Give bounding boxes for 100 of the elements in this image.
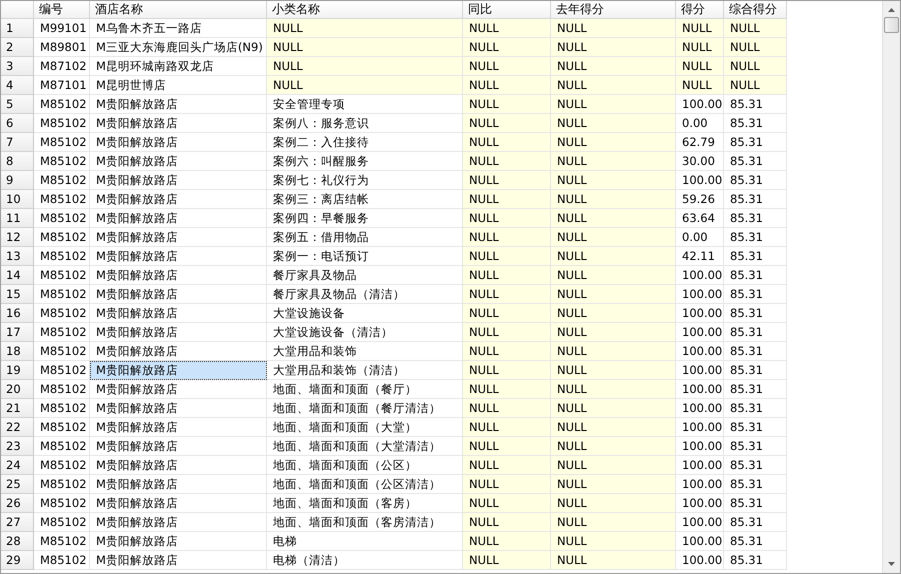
table-cell[interactable]: 85.31 [724, 304, 787, 323]
table-cell[interactable]: 案例六：叫醒服务 [267, 152, 463, 171]
table-cell[interactable]: 地面、墙面和顶面（餐厅清洁） [267, 399, 463, 418]
table-cell[interactable]: 100.00 [676, 475, 724, 494]
table-cell[interactable]: NULL [463, 76, 551, 95]
table-cell[interactable]: M85102 [34, 437, 90, 456]
table-cell[interactable]: 100.00 [676, 323, 724, 342]
table-cell[interactable]: NULL [724, 57, 787, 76]
row-number[interactable]: 6 [1, 114, 34, 133]
table-cell[interactable]: 85.31 [724, 494, 787, 513]
table-cell[interactable]: M贵阳解放路店 [90, 342, 267, 361]
table-cell[interactable]: 地面、墙面和顶面（客房） [267, 494, 463, 513]
table-cell[interactable]: M85102 [34, 95, 90, 114]
table-cell[interactable]: M85102 [34, 418, 90, 437]
row-number[interactable]: 17 [1, 323, 34, 342]
table-cell[interactable]: 地面、墙面和顶面（餐厅） [267, 380, 463, 399]
table-cell[interactable]: NULL [551, 152, 676, 171]
table-cell[interactable]: NULL [267, 19, 463, 38]
table-cell[interactable]: NULL [463, 247, 551, 266]
scroll-thumb[interactable] [884, 17, 899, 33]
row-number[interactable]: 5 [1, 95, 34, 114]
table-cell[interactable]: M贵阳解放路店 [90, 551, 267, 570]
table-cell[interactable]: M贵阳解放路店 [90, 418, 267, 437]
row-number[interactable]: 20 [1, 380, 34, 399]
scrollbar[interactable] [882, 1, 900, 573]
table-cell[interactable]: M贵阳解放路店 [90, 475, 267, 494]
row-number[interactable]: 22 [1, 418, 34, 437]
table-cell[interactable]: M昆明环城南路双龙店 [90, 57, 267, 76]
table-cell[interactable]: 100.00 [676, 532, 724, 551]
table-cell[interactable]: 地面、墙面和顶面（大堂） [267, 418, 463, 437]
table-cell[interactable]: 安全管理专项 [267, 95, 463, 114]
table-cell[interactable]: NULL [463, 475, 551, 494]
table-cell[interactable]: NULL [551, 361, 676, 380]
row-number[interactable]: 11 [1, 209, 34, 228]
table-cell[interactable]: NULL [463, 114, 551, 133]
table-cell[interactable]: NULL [676, 19, 724, 38]
table-cell[interactable]: 100.00 [676, 418, 724, 437]
table-cell[interactable]: M85102 [34, 513, 90, 532]
table-cell[interactable]: M贵阳解放路店 [90, 190, 267, 209]
table-cell[interactable]: NULL [551, 380, 676, 399]
row-number[interactable]: 27 [1, 513, 34, 532]
table-cell[interactable]: 85.31 [724, 133, 787, 152]
row-number[interactable]: 4 [1, 76, 34, 95]
row-number[interactable]: 16 [1, 304, 34, 323]
table-cell[interactable]: 案例三：离店结帐 [267, 190, 463, 209]
table-cell[interactable]: NULL [676, 38, 724, 57]
table-cell[interactable]: NULL [724, 38, 787, 57]
table-cell[interactable]: NULL [463, 494, 551, 513]
table-cell[interactable]: 100.00 [676, 494, 724, 513]
table-cell[interactable]: NULL [551, 494, 676, 513]
row-number[interactable]: 26 [1, 494, 34, 513]
row-number[interactable]: 2 [1, 38, 34, 57]
table-cell[interactable]: NULL [551, 247, 676, 266]
table-cell[interactable]: NULL [463, 437, 551, 456]
table-cell[interactable]: NULL [463, 228, 551, 247]
table-cell[interactable]: M85102 [34, 133, 90, 152]
table-cell[interactable]: M贵阳解放路店 [90, 247, 267, 266]
table-cell[interactable]: 100.00 [676, 266, 724, 285]
table-cell[interactable]: 85.31 [724, 228, 787, 247]
table-cell[interactable]: NULL [551, 399, 676, 418]
table-cell[interactable]: 30.00 [676, 152, 724, 171]
scroll-down-icon[interactable] [888, 562, 895, 566]
table-cell[interactable]: M贵阳解放路店 [90, 532, 267, 551]
table-cell[interactable]: 电梯 [267, 532, 463, 551]
table-cell[interactable]: M85102 [34, 380, 90, 399]
table-cell[interactable]: NULL [463, 38, 551, 57]
table-cell[interactable]: 85.31 [724, 380, 787, 399]
table-cell[interactable]: NULL [463, 551, 551, 570]
table-cell[interactable]: 100.00 [676, 456, 724, 475]
table-cell[interactable]: 42.11 [676, 247, 724, 266]
table-cell[interactable]: NULL [676, 57, 724, 76]
table-cell[interactable]: NULL [463, 209, 551, 228]
table-cell[interactable]: NULL [724, 76, 787, 95]
table-cell[interactable]: 85.31 [724, 152, 787, 171]
row-number[interactable]: 24 [1, 456, 34, 475]
table-cell[interactable]: 85.31 [724, 247, 787, 266]
table-cell[interactable]: NULL [463, 266, 551, 285]
table-cell[interactable]: NULL [463, 380, 551, 399]
table-cell[interactable]: NULL [551, 532, 676, 551]
table-cell[interactable]: M85102 [34, 209, 90, 228]
table-cell[interactable]: NULL [463, 361, 551, 380]
table-cell[interactable]: 63.64 [676, 209, 724, 228]
table-cell[interactable]: NULL [463, 456, 551, 475]
table-cell[interactable]: M85102 [34, 190, 90, 209]
table-cell[interactable]: M85102 [34, 228, 90, 247]
table-cell[interactable]: M贵阳解放路店 [90, 513, 267, 532]
table-cell[interactable]: NULL [551, 57, 676, 76]
table-cell[interactable]: NULL [551, 475, 676, 494]
table-cell[interactable]: 电梯（清洁） [267, 551, 463, 570]
table-cell[interactable]: 案例二：入住接待 [267, 133, 463, 152]
table-cell[interactable]: 100.00 [676, 361, 724, 380]
table-cell[interactable]: M昆明世博店 [90, 76, 267, 95]
row-number[interactable]: 14 [1, 266, 34, 285]
table-cell[interactable]: M85102 [34, 399, 90, 418]
row-number[interactable]: 12 [1, 228, 34, 247]
scroll-up-icon[interactable] [888, 8, 895, 12]
table-cell[interactable]: NULL [463, 19, 551, 38]
column-header[interactable]: 编号 [34, 1, 90, 19]
table-cell[interactable]: 85.31 [724, 551, 787, 570]
table-cell[interactable]: M85102 [34, 304, 90, 323]
